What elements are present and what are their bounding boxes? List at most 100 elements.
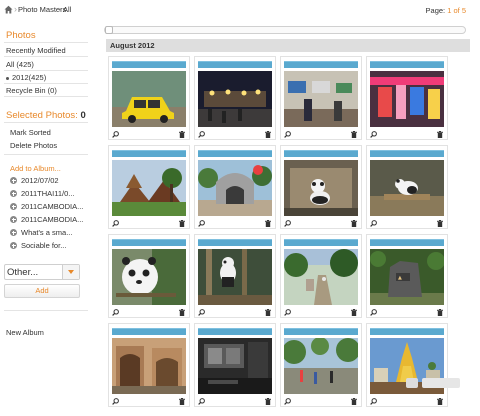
photo-card-header[interactable] xyxy=(370,150,444,157)
delete-photos-button[interactable]: Delete Photos xyxy=(10,141,57,150)
photo-card-header[interactable] xyxy=(112,61,186,68)
photo-thumbnail[interactable] xyxy=(112,249,186,305)
photo-thumbnail[interactable] xyxy=(284,71,358,127)
breadcrumb-item-all[interactable]: All xyxy=(63,5,71,14)
zoom-icon[interactable] xyxy=(370,220,377,227)
photo-card-header[interactable] xyxy=(284,328,358,335)
trash-icon[interactable] xyxy=(437,309,443,316)
new-album-button[interactable]: New Album xyxy=(6,328,44,337)
photo-card[interactable] xyxy=(108,145,190,229)
photo-card[interactable] xyxy=(280,323,362,407)
trash-icon[interactable] xyxy=(437,398,443,405)
trash-icon[interactable] xyxy=(179,131,185,138)
trash-icon[interactable] xyxy=(179,220,185,227)
dropdown-button[interactable] xyxy=(62,265,79,279)
photo-card-header[interactable] xyxy=(284,150,358,157)
trash-icon[interactable] xyxy=(179,398,185,405)
zoom-icon[interactable] xyxy=(112,309,119,316)
photo-card-header[interactable] xyxy=(284,239,358,246)
zoom-icon[interactable] xyxy=(284,309,291,316)
trash-icon[interactable] xyxy=(351,309,357,316)
photo-card[interactable] xyxy=(108,323,190,407)
album-item[interactable]: 2011CAMBODIA... xyxy=(10,215,83,224)
sidebar-item-2012[interactable]: 2012(425) xyxy=(6,73,46,82)
photo-thumbnail[interactable] xyxy=(112,160,186,216)
trash-icon[interactable] xyxy=(351,398,357,405)
photo-thumbnail[interactable] xyxy=(198,160,272,216)
photo-card-header[interactable] xyxy=(284,61,358,68)
photo-thumbnail[interactable]: ▲ xyxy=(370,249,444,305)
zoom-icon[interactable] xyxy=(284,220,291,227)
photo-card-header[interactable] xyxy=(370,61,444,68)
trash-icon[interactable] xyxy=(265,131,271,138)
zoom-icon[interactable] xyxy=(112,398,119,405)
photo-card[interactable] xyxy=(366,323,448,407)
photo-card[interactable] xyxy=(366,145,448,229)
trash-icon[interactable] xyxy=(265,309,271,316)
photo-card[interactable] xyxy=(194,323,276,407)
photo-thumbnail[interactable] xyxy=(198,71,272,127)
photo-card[interactable] xyxy=(108,56,190,140)
album-item[interactable]: 2011THAI11/0... xyxy=(10,189,75,198)
photo-thumbnail[interactable] xyxy=(370,71,444,127)
photo-thumbnail[interactable] xyxy=(284,160,358,216)
photo-card-header[interactable] xyxy=(370,328,444,335)
photo-thumbnail[interactable] xyxy=(370,160,444,216)
sidebar-item-all[interactable]: All (425) xyxy=(6,60,34,69)
photo-card[interactable] xyxy=(280,56,362,140)
trash-icon[interactable] xyxy=(265,398,271,405)
photo-card-header[interactable] xyxy=(112,239,186,246)
photo-card[interactable] xyxy=(194,145,276,229)
photo-card-header[interactable] xyxy=(198,150,272,157)
zoom-icon[interactable] xyxy=(112,131,119,138)
photo-thumbnail[interactable] xyxy=(112,338,186,394)
trash-icon[interactable] xyxy=(437,131,443,138)
trash-icon[interactable] xyxy=(265,220,271,227)
zoom-icon[interactable] xyxy=(198,131,205,138)
mark-sorted-button[interactable]: Mark Sorted xyxy=(10,128,51,137)
slider-handle[interactable] xyxy=(105,26,113,34)
photo-card[interactable] xyxy=(108,234,190,318)
zoom-icon[interactable] xyxy=(198,220,205,227)
album-item[interactable]: What's a sma... xyxy=(10,228,72,237)
photo-card[interactable] xyxy=(280,234,362,318)
album-item[interactable]: 2011CAMBODIA... xyxy=(10,202,83,211)
photo-thumbnail[interactable] xyxy=(284,249,358,305)
album-item[interactable]: 2012/07/02 xyxy=(10,176,59,185)
add-button[interactable]: Add xyxy=(4,284,80,298)
horizontal-slider[interactable] xyxy=(104,26,466,34)
photo-card[interactable] xyxy=(366,56,448,140)
zoom-icon[interactable] xyxy=(112,220,119,227)
photo-card[interactable] xyxy=(280,145,362,229)
trash-icon[interactable] xyxy=(351,131,357,138)
photo-card-header[interactable] xyxy=(370,239,444,246)
trash-icon[interactable] xyxy=(437,220,443,227)
zoom-icon[interactable] xyxy=(198,398,205,405)
album-item[interactable]: Sociable for... xyxy=(10,241,66,250)
photo-card[interactable] xyxy=(194,234,276,318)
photo-card-header[interactable] xyxy=(112,150,186,157)
home-icon[interactable] xyxy=(4,5,13,14)
zoom-icon[interactable] xyxy=(370,398,377,405)
zoom-icon[interactable] xyxy=(284,398,291,405)
trash-icon[interactable] xyxy=(179,309,185,316)
photo-card[interactable]: ▲ xyxy=(366,234,448,318)
photo-card-header[interactable] xyxy=(198,61,272,68)
photo-thumbnail[interactable] xyxy=(112,71,186,127)
photo-thumbnail[interactable] xyxy=(198,249,272,305)
trash-icon[interactable] xyxy=(351,220,357,227)
photo-card[interactable] xyxy=(194,56,276,140)
photo-card-header[interactable] xyxy=(198,328,272,335)
photo-card-header[interactable] xyxy=(198,239,272,246)
pager-current[interactable]: 1 of 5 xyxy=(447,6,466,15)
zoom-icon[interactable] xyxy=(198,309,205,316)
sidebar-item-recycle-bin[interactable]: Recycle Bin (0) xyxy=(6,86,57,95)
photo-thumbnail[interactable] xyxy=(284,338,358,394)
photo-card-header[interactable] xyxy=(112,328,186,335)
sidebar-item-recently-modified[interactable]: Recently Modified xyxy=(6,46,66,55)
zoom-icon[interactable] xyxy=(284,131,291,138)
zoom-icon[interactable] xyxy=(370,309,377,316)
other-album-select[interactable]: Other... xyxy=(4,264,80,280)
photo-thumbnail[interactable] xyxy=(198,338,272,394)
zoom-icon[interactable] xyxy=(370,131,377,138)
